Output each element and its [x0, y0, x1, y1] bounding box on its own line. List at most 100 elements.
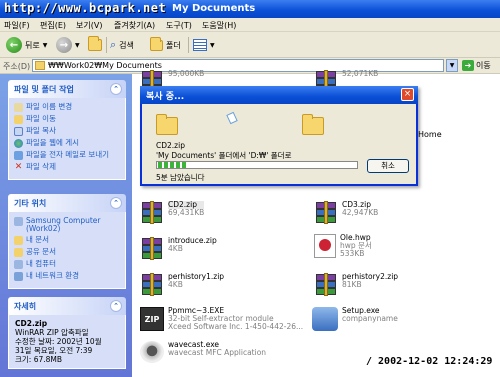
winrar-archive-icon	[314, 273, 338, 297]
task-delete[interactable]: ✕ 파일 삭제	[14, 163, 120, 172]
menu-help[interactable]: 도움말(H)	[202, 20, 236, 31]
self-extractor-zip-icon: ZIP	[140, 307, 164, 331]
place-shared-documents-label: 공유 문서	[26, 247, 56, 256]
task-copy-label: 파일 복사	[26, 126, 56, 135]
details-header[interactable]: 자세히 ⌃	[8, 297, 126, 315]
network-icon	[14, 272, 23, 281]
task-rename[interactable]: 파일 이름 변경	[14, 103, 120, 112]
back-dropdown-icon[interactable]: ▼	[43, 42, 48, 49]
setup-installer-icon	[312, 307, 338, 331]
details-panel: 자세히 ⌃ CD2.zip WinRAR ZIP 압축파일 수정한 날짜: 20…	[8, 297, 126, 369]
hwp-document-icon	[314, 234, 336, 258]
file-item-cd3-zip[interactable]: CD3.zip 42,947KB	[314, 201, 378, 225]
place-my-computer[interactable]: 내 컴퓨터	[14, 260, 120, 269]
file-tasks-body: 파일 이름 변경 파일 이동 파일 복사 파일을 웹에 게시 파일을 전자 메일…	[8, 98, 126, 180]
task-email[interactable]: 파일을 전자 메일로 보내기	[14, 151, 120, 160]
views-button[interactable]: ▼	[193, 36, 215, 54]
task-email-label: 파일을 전자 메일로 보내기	[26, 150, 110, 159]
place-shared-documents[interactable]: 공유 문서	[14, 248, 120, 257]
address-dropdown-button[interactable]: ▼	[446, 59, 458, 72]
folders-icon	[150, 36, 163, 51]
address-value: ₩₩Work02₩My Documents	[48, 61, 162, 70]
file-item-ppmmc-exe[interactable]: ZIP Ppmmc~3.EXE 32-bit Self-extractor mod…	[140, 307, 303, 331]
collapse-chevron-icon[interactable]: ⌃	[110, 197, 122, 209]
menu-file[interactable]: 파일(F)	[4, 20, 30, 31]
window-title: My Documents	[172, 3, 256, 14]
details-title: 자세히	[14, 302, 37, 311]
file-item-ole-hwp[interactable]: Ole.hwp hwp 문서 533KB	[314, 234, 372, 258]
task-publish-web-label: 파일을 웹에 게시	[26, 138, 80, 147]
time-remaining: 5분 남았습니다	[156, 173, 205, 182]
file-item-perhistory2-zip[interactable]: perhistory2.zip 81KB	[314, 273, 398, 297]
address-bar: 주소(D) ₩₩Work02₩My Documents ▼ ➔ 이동	[0, 58, 500, 74]
place-my-documents[interactable]: 내 문서	[14, 236, 120, 245]
place-computer-work02[interactable]: Samsung Computer (Work02)	[14, 217, 120, 233]
destination-folder-icon	[302, 114, 324, 135]
forward-arrow-icon: →	[56, 37, 72, 53]
back-button[interactable]: ← 뒤로 ▼	[6, 36, 47, 54]
go-button[interactable]: ➔ 이동	[462, 60, 491, 71]
menu-favorites[interactable]: 즐겨찾기(A)	[114, 20, 155, 31]
my-computer-icon	[14, 260, 23, 269]
menu-tools[interactable]: 도구(T)	[166, 20, 192, 31]
copy-icon	[14, 127, 23, 136]
task-move[interactable]: 파일 이동	[14, 115, 120, 124]
collapse-chevron-icon[interactable]: ⌃	[110, 300, 122, 312]
views-dropdown-icon: ▼	[210, 41, 215, 49]
toolbar: ← 뒤로 ▼ → ▼ ⌕ 검색 폴더 ▼	[0, 32, 500, 58]
file-item-introduce-zip[interactable]: introduce.zip 4KB	[140, 237, 217, 261]
task-publish-web[interactable]: 파일을 웹에 게시	[14, 139, 120, 148]
delete-icon: ✕	[14, 162, 23, 172]
file-item-cd2-zip[interactable]: CD2.zip 69,431KB	[140, 201, 205, 225]
winrar-archive-icon	[140, 273, 164, 297]
search-label: 검색	[119, 40, 134, 50]
webcam-icon	[140, 341, 164, 363]
task-copy[interactable]: 파일 복사	[14, 127, 120, 136]
winrar-archive-icon	[314, 201, 338, 225]
winrar-archive-icon	[140, 201, 164, 225]
go-label: 이동	[476, 61, 491, 70]
address-field[interactable]: ₩₩Work02₩My Documents	[32, 59, 444, 72]
address-label: 주소(D)	[3, 62, 31, 71]
watermark: http://www.bcpark.net	[4, 1, 167, 15]
menu-view[interactable]: 보기(V)	[76, 20, 102, 31]
file-company: Xceed Software Inc. 1-450-442-26...	[168, 322, 304, 331]
up-folder-button[interactable]	[88, 36, 102, 54]
cancel-button[interactable]: 취소	[367, 159, 409, 173]
menu-bar: 파일(F) 편집(E) 보기(V) 즐겨찾기(A) 도구(T) 도움말(H)	[0, 18, 500, 32]
file-size: 533KB	[340, 249, 365, 258]
globe-icon	[14, 139, 23, 148]
forward-button[interactable]: → ▼	[56, 36, 80, 54]
details-body: CD2.zip WinRAR ZIP 압축파일 수정한 날짜: 2002년 10…	[8, 315, 126, 369]
move-icon	[14, 115, 23, 124]
folders-button[interactable]: 폴더	[150, 36, 181, 54]
back-arrow-icon: ←	[6, 37, 22, 53]
file-item-setup-exe[interactable]: Setup.exe companyname	[312, 307, 398, 331]
menu-edit[interactable]: 편집(E)	[40, 20, 66, 31]
other-places-body: Samsung Computer (Work02) 내 문서 공유 문서 내 컴…	[8, 212, 126, 289]
forward-dropdown-icon[interactable]: ▼	[75, 42, 80, 49]
copy-animation	[156, 111, 326, 135]
progress-fill	[158, 162, 186, 168]
file-size: 4KB	[168, 244, 183, 253]
rename-icon	[14, 103, 23, 112]
details-file-type: WinRAR ZIP 압축파일	[15, 328, 89, 337]
file-item-perhistory1-zip[interactable]: perhistory1.zip 4KB	[140, 273, 224, 297]
task-delete-label: 파일 삭제	[26, 162, 56, 171]
file-item-wavecast-exe[interactable]: wavecast.exe wavecast MFC Application	[140, 341, 266, 363]
folder-icon	[14, 236, 23, 245]
details-size: 크기: 67.8MB	[15, 355, 63, 364]
address-folder-icon	[35, 61, 45, 70]
winrar-archive-icon	[140, 237, 164, 261]
task-pane: 파일 및 폴더 작업 ⌃ 파일 이름 변경 파일 이동 파일 복사 파일을 웹에…	[0, 74, 132, 377]
toolbar-separator	[106, 37, 107, 53]
task-move-label: 파일 이동	[26, 114, 56, 123]
place-network[interactable]: 내 네트워크 환경	[14, 272, 120, 281]
file-tasks-title: 파일 및 폴더 작업	[14, 85, 74, 94]
place-my-computer-label: 내 컴퓨터	[26, 259, 56, 268]
close-button[interactable]: ×	[401, 88, 414, 101]
other-places-header[interactable]: 기타 위치 ⌃	[8, 194, 126, 212]
search-button[interactable]: ⌕ 검색	[110, 36, 134, 54]
file-tasks-header[interactable]: 파일 및 폴더 작업 ⌃	[8, 80, 126, 98]
collapse-chevron-icon[interactable]: ⌃	[110, 83, 122, 95]
